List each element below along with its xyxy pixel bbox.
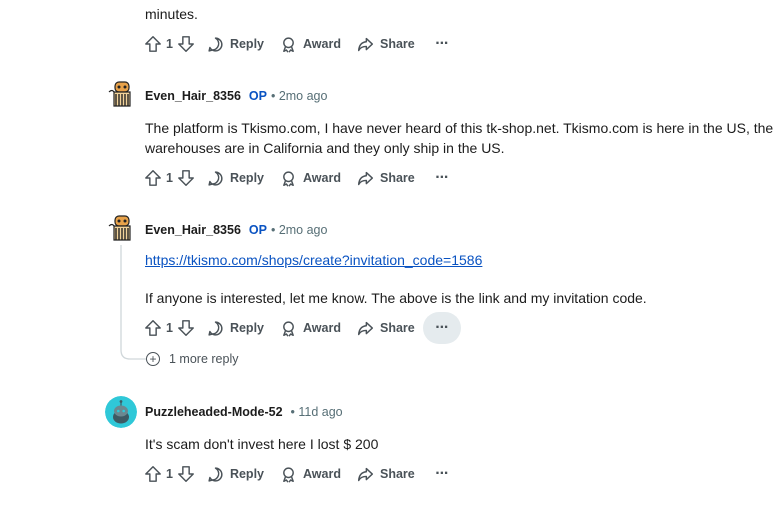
comment-body: If anyone is interested, let me know. Th… [145,290,647,306]
comment-body-line: The platform is Tkismo.com, I have never… [145,120,774,136]
vote-group: 1 [140,312,199,344]
vote-count: 1 [166,467,173,481]
share-icon [357,37,374,51]
comment-header: Even_Hair_8356 OP • 2mo ago [145,89,327,103]
vote-group: 1 [140,162,199,194]
username-link[interactable]: Even_Hair_8356 [145,89,241,103]
vote-count: 1 [166,37,173,51]
more-replies-label: 1 more reply [169,352,239,366]
upvote-icon[interactable] [144,465,162,483]
overflow-icon[interactable]: ··· [423,28,461,60]
downvote-icon[interactable] [177,35,195,53]
share-icon [357,171,374,185]
reply-button[interactable]: Reply [199,28,272,60]
username-link[interactable]: Puzzleheaded-Mode-52 [145,405,283,419]
more-replies-button[interactable]: + 1 more reply [146,352,238,366]
reply-button[interactable]: Reply [199,458,272,490]
award-icon [283,320,294,336]
share-icon [357,321,374,335]
timestamp[interactable]: • 11d ago [291,405,343,419]
share-icon [357,467,374,481]
upvote-icon[interactable] [144,319,162,337]
award-button[interactable]: Award [272,458,349,490]
avatar[interactable] [105,78,137,110]
op-badge: OP [248,223,267,237]
comment-header: Even_Hair_8356 OP • 2mo ago [145,223,327,237]
invitation-link[interactable]: https://tkismo.com/shops/create?invitati… [145,252,482,268]
vote-group: 1 [140,458,199,490]
avatar[interactable] [105,212,137,244]
downvote-icon[interactable] [177,465,195,483]
comment-body-line: warehouses are in California and they on… [145,140,505,156]
award-icon [283,36,294,52]
award-button[interactable]: Award [272,162,349,194]
vote-count: 1 [166,321,173,335]
share-button[interactable]: Share [349,28,423,60]
avatar[interactable] [105,396,137,428]
comment-actions: 1 Reply Award Share ··· [140,312,461,344]
timestamp[interactable]: • 2mo ago [271,223,328,237]
downvote-icon[interactable] [177,319,195,337]
comment-icon [208,466,223,482]
upvote-icon[interactable] [144,35,162,53]
comment-actions: 1 Reply Award Share ··· [140,162,461,194]
award-button[interactable]: Award [272,28,349,60]
op-badge: OP [248,89,267,103]
award-button[interactable]: Award [272,312,349,344]
username-link[interactable]: Even_Hair_8356 [145,223,241,237]
comment-header: Puzzleheaded-Mode-52 • 11d ago [145,405,343,419]
reply-button[interactable]: Reply [199,162,272,194]
downvote-icon[interactable] [177,169,195,187]
comment-icon [208,170,223,186]
reply-button[interactable]: Reply [199,312,272,344]
share-button[interactable]: Share [349,458,423,490]
comment-body: minutes. [145,6,198,22]
comment-icon [208,320,223,336]
overflow-icon[interactable]: ··· [422,312,461,344]
share-button[interactable]: Share [349,312,423,344]
comment-icon [208,36,223,52]
comment-actions: 1 Reply Award Share ··· [140,458,461,490]
upvote-icon[interactable] [144,169,162,187]
share-button[interactable]: Share [349,162,423,194]
overflow-icon[interactable]: ··· [423,162,461,194]
overflow-icon[interactable]: ··· [423,458,461,490]
comment-actions: 1 Reply Award Share ··· [140,28,461,60]
expand-plus-icon: + [146,352,160,366]
vote-group: 1 [140,28,199,60]
award-icon [283,170,294,186]
timestamp[interactable]: • 2mo ago [271,89,328,103]
award-icon [283,466,294,482]
comment-body: It's scam don't invest here I lost $ 200 [145,436,379,452]
vote-count: 1 [166,171,173,185]
